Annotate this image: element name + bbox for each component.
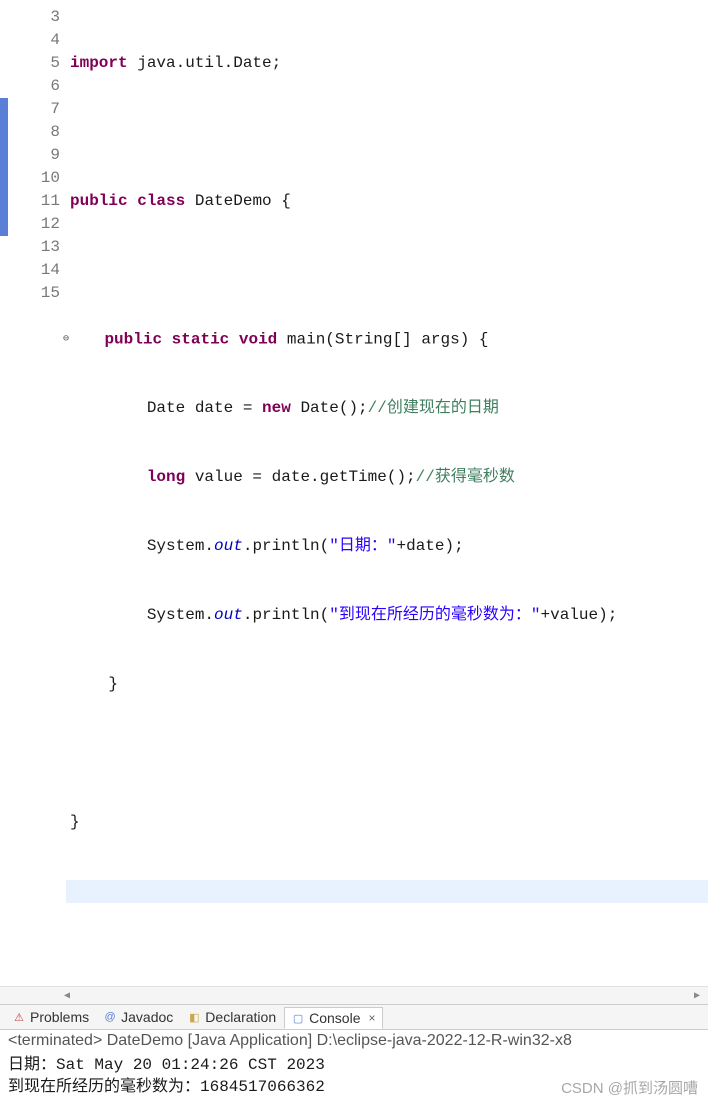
console-launch-header: <terminated> DateDemo [Java Application]… bbox=[0, 1030, 708, 1052]
scroll-right-icon[interactable]: ▶ bbox=[690, 989, 704, 1003]
tab-label: Problems bbox=[30, 1009, 89, 1025]
code-line: Date date = new Date();//创建现在的日期 bbox=[70, 397, 708, 420]
console-output[interactable]: 日期：Sat May 20 01:24:26 CST 2023 到现在所经历的毫… bbox=[0, 1052, 708, 1104]
code-line: System.out.println("到现在所经历的毫秒数为："+value)… bbox=[70, 604, 708, 627]
declaration-icon: ◧ bbox=[187, 1010, 201, 1024]
code-line: long value = date.getTime();//获得毫秒数 bbox=[70, 466, 708, 489]
tab-problems[interactable]: ⚠ Problems bbox=[6, 1007, 95, 1027]
problems-icon: ⚠ bbox=[12, 1010, 26, 1024]
tab-label: Javadoc bbox=[121, 1009, 173, 1025]
code-content[interactable]: import java.util.Date; public class Date… bbox=[66, 0, 708, 986]
views-tabbar: ⚠ Problems @ Javadoc ◧ Declaration ▢ Con… bbox=[0, 1004, 708, 1030]
console-output-line: 日期：Sat May 20 01:24:26 CST 2023 bbox=[8, 1056, 325, 1074]
code-line: public class DateDemo { bbox=[70, 190, 708, 213]
code-line bbox=[70, 259, 708, 282]
line-number-gutter: 3 4 5 6 7 8 9 10 11 12 13 14 15 bbox=[8, 0, 66, 986]
code-line bbox=[70, 121, 708, 144]
override-marker-icon: ⊖ bbox=[63, 328, 69, 351]
code-editor[interactable]: 3 4 5 6 7 8 9 10 11 12 13 14 15 import j… bbox=[0, 0, 708, 986]
scroll-left-icon[interactable]: ◀ bbox=[60, 989, 74, 1003]
code-line bbox=[70, 742, 708, 765]
console-icon: ▢ bbox=[291, 1011, 305, 1025]
code-line: ⊖ public static void main(String[] args)… bbox=[70, 328, 708, 351]
code-line: } bbox=[70, 673, 708, 696]
code-line: } bbox=[70, 811, 708, 834]
tab-label: Console bbox=[309, 1010, 360, 1026]
javadoc-icon: @ bbox=[103, 1010, 117, 1024]
tab-javadoc[interactable]: @ Javadoc bbox=[97, 1007, 179, 1027]
close-icon[interactable]: × bbox=[365, 1011, 376, 1025]
tab-console[interactable]: ▢ Console × bbox=[284, 1007, 382, 1029]
code-line: System.out.println("日期："+date); bbox=[70, 535, 708, 558]
code-line bbox=[66, 880, 708, 903]
tab-label: Declaration bbox=[205, 1009, 276, 1025]
console-output-line: 到现在所经历的毫秒数为：1684517066362 bbox=[8, 1078, 325, 1096]
tab-declaration[interactable]: ◧ Declaration bbox=[181, 1007, 282, 1027]
code-line: import java.util.Date; bbox=[70, 52, 708, 75]
marker-bar bbox=[0, 0, 8, 986]
horizontal-scrollbar[interactable]: ◀ ▶ bbox=[0, 986, 708, 1004]
